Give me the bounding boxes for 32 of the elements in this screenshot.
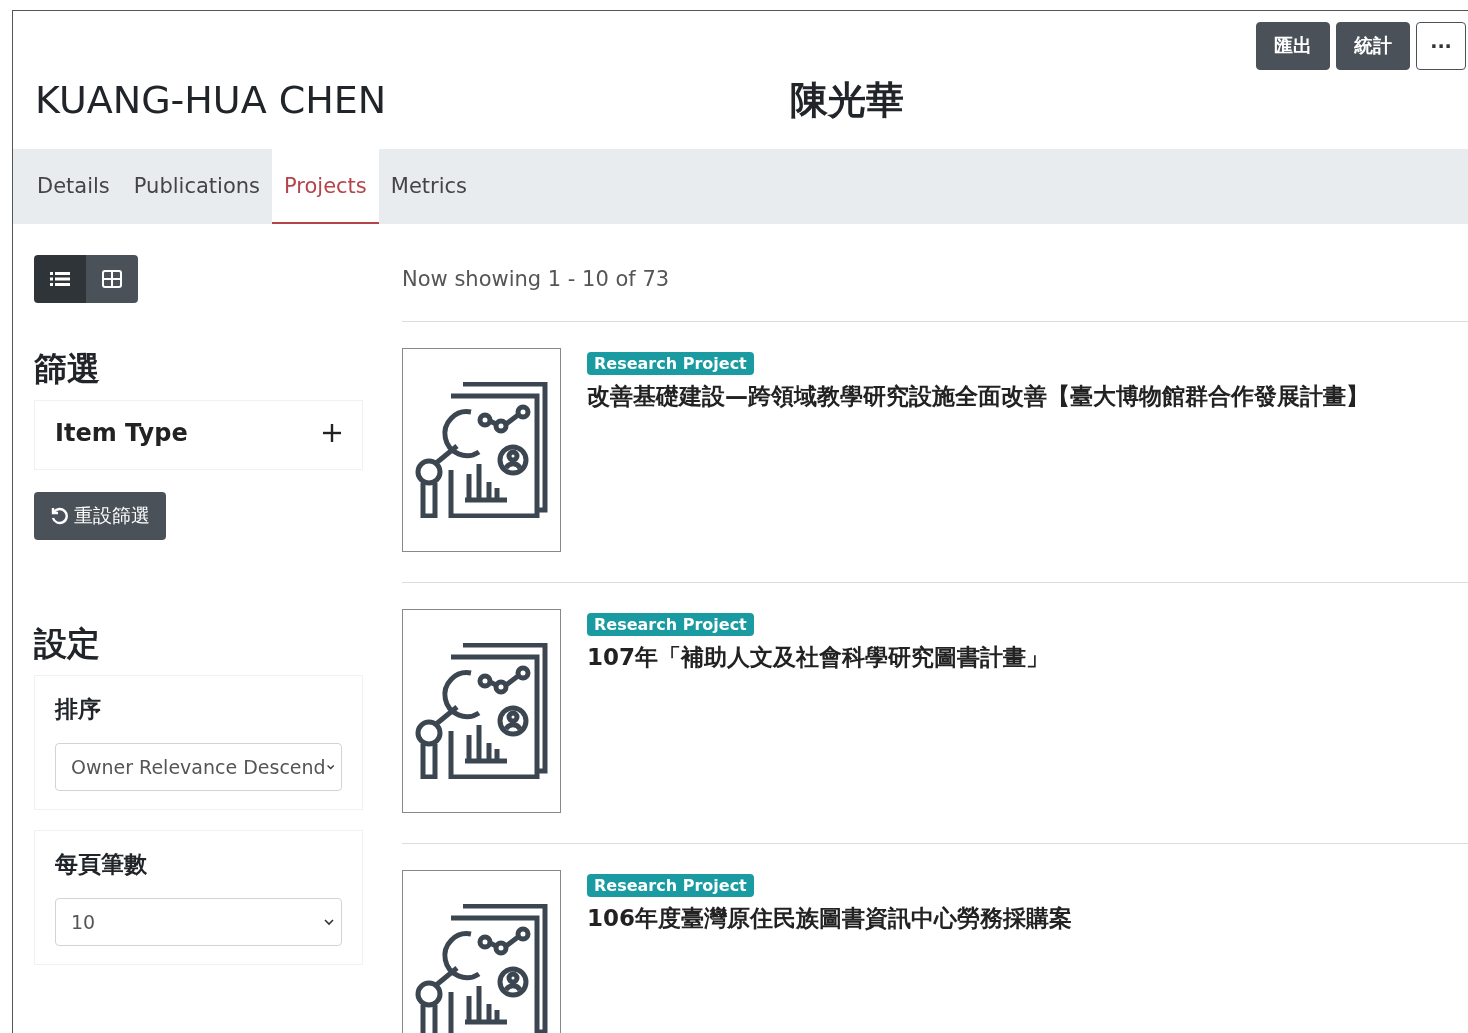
header-button[interactable]: 統計 — [1336, 22, 1410, 70]
reset-filter-button[interactable]: 重設篩選 — [34, 492, 166, 540]
list-view-button[interactable] — [34, 255, 86, 303]
project-title[interactable]: 改善基礎建設—跨領域教學研究設施全面改善【臺大博物館群合作發展計畫】 — [587, 381, 1369, 412]
project-title[interactable]: 107年「補助人文及社會科學研究圖書計畫」 — [587, 642, 1049, 673]
name-english: KUANG-HUA CHEN — [35, 78, 388, 122]
setting-label: 每頁筆數 — [55, 850, 148, 879]
plus-icon — [322, 423, 342, 443]
select-field[interactable]: 10 — [55, 898, 342, 946]
filter-group[interactable]: Item Type — [34, 400, 363, 470]
header-button[interactable]: 匯出 — [1256, 22, 1330, 70]
type-badge: Research Project — [587, 613, 754, 636]
tab[interactable]: Publications — [121, 149, 272, 224]
tab[interactable]: Details — [25, 149, 122, 224]
tab[interactable]: Projects — [272, 149, 379, 224]
settings-heading: 設定 — [34, 623, 101, 665]
tab[interactable]: Metrics — [378, 149, 480, 224]
more-button[interactable]: ··· — [1416, 22, 1466, 70]
name-chinese: 陳光華 — [790, 76, 904, 124]
setting-label: 排序 — [55, 695, 102, 724]
project-title[interactable]: 106年度臺灣原住民族圖書資訊中心勞務採購案 — [587, 903, 1072, 934]
type-badge: Research Project — [587, 352, 754, 375]
list-icon — [50, 271, 70, 287]
grid-view-button[interactable] — [86, 255, 138, 303]
select-field[interactable]: Owner Relevance Descend — [55, 743, 342, 791]
chevron-down-icon — [323, 918, 335, 926]
filter-heading: 篩選 — [34, 348, 101, 390]
grid-icon — [102, 270, 122, 288]
type-badge: Research Project — [587, 874, 754, 897]
chevron-down-icon — [325, 763, 335, 771]
results-summary: Now showing 1 - 10 of 73 — [402, 255, 1468, 322]
reset-icon — [50, 507, 68, 525]
